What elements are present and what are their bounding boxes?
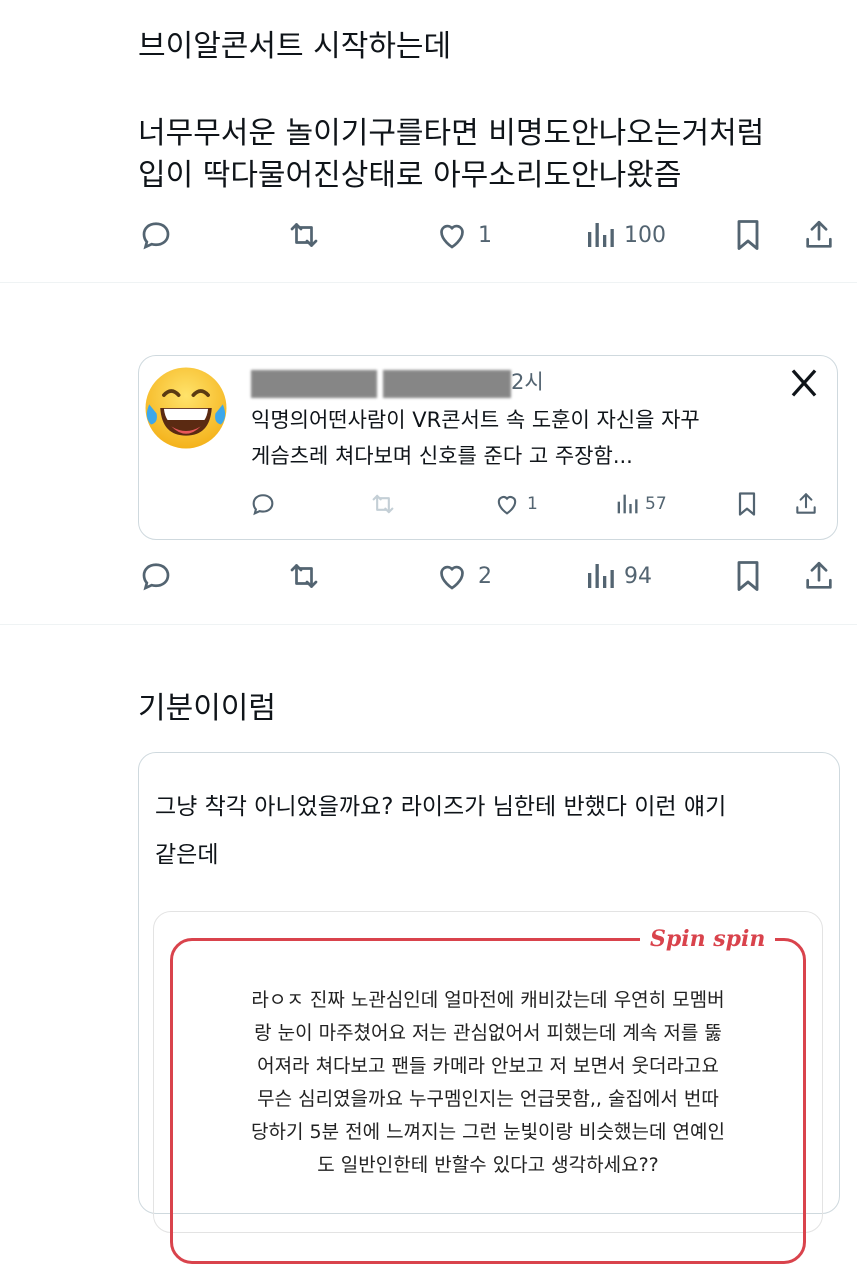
embedded-image: Spin spin 라ㅇㅈ 진짜 노관심인데 얼마전에 캐비갔는데 우연히 모멤… [153,911,823,1264]
like-count: 1 [478,222,492,248]
body-line: 무슨 심리였을까요 누구멤인지는 언급못함,, 술집에서 번따 [257,1088,719,1110]
card-line2: 같은데 [155,842,219,868]
spinspin-body: 라ㅇㅈ 진짜 노관심인데 얼마전에 캐비갔는데 우연히 모멤버 랑 눈이 마주쳤… [170,984,806,1182]
like-icon [434,217,470,253]
card-line1: 그냥 착각 아니었을까요? 라이즈가 님한테 반했다 이런 얘기 [155,794,727,820]
quote-line1: 익명의어떤사람이 VR콘서트 속 도훈이 자신을 자꾸 [251,408,700,432]
body-line: 라ㅇㅈ 진짜 노관심인데 얼마전에 캐비갔는데 우연히 모멤버 [251,989,725,1011]
tweet1-line1: 브이알콘서트 시작하는데 [138,29,452,64]
tweet1-line2: 너무무서운 놀이기구를타면 비명도안나오는거처럼 [138,116,765,151]
like-button[interactable]: 1 [493,490,538,518]
like-icon [434,558,470,594]
views-count: 94 [624,563,652,589]
laughing-emoji-icon [140,362,232,454]
retweet-icon[interactable] [286,217,322,253]
body-line: 도 일반인한테 반할수 있다고 생각하세요?? [317,1154,659,1176]
tweet1-line3: 입이 딱다물어진상태로 아무소리도안나왔즘 [138,158,682,193]
tweet-time: 2시 [511,370,544,394]
x-logo-icon [789,368,819,398]
views-icon [584,217,616,253]
body-line: 랑 눈이 마주쳤어요 저는 관심없어서 피했는데 계속 저를 뚫 [254,1022,722,1044]
tweet3-text: 기분이이럼 [138,691,276,726]
views-button[interactable]: 100 [584,217,666,253]
views-button[interactable]: 57 [615,490,667,518]
bookmark-icon[interactable] [732,558,764,594]
like-button[interactable]: 1 [434,217,492,253]
tweet1-action-bar: 1 100 [138,215,838,255]
divider [0,624,857,625]
share-icon[interactable] [802,558,836,594]
reply-icon[interactable] [138,217,174,253]
divider [0,282,857,283]
reply-icon[interactable] [138,558,174,594]
quoted-tweet-card[interactable]: 2시 익명의어떤사람이 VR콘서트 속 도훈이 자신을 자꾸 게슴츠레 쳐다보며… [138,355,838,540]
reply-icon[interactable] [249,490,277,518]
like-count: 1 [527,494,538,514]
views-count: 100 [624,222,666,248]
share-icon[interactable] [793,490,819,518]
spinspin-logo: Spin spin [640,926,776,952]
quote-line2: 게슴츠레 쳐다보며 신호를 준다 고 주장함... [251,444,633,468]
screenshot-card: 그냥 착각 아니었을까요? 라이즈가 님한테 반했다 이런 얘기 같은데 Spi… [138,752,840,1264]
views-count: 57 [645,494,667,514]
redacted-name [251,370,377,398]
bookmark-icon[interactable] [735,490,759,518]
body-line: 당하기 5분 전에 느껴지는 그런 눈빛이랑 비슷했는데 연예인 [251,1121,725,1143]
views-icon [615,490,639,518]
like-count: 2 [478,563,492,589]
tweet2-action-bar: 2 94 [138,556,838,596]
views-button[interactable]: 94 [584,558,652,594]
like-icon [493,490,521,518]
redacted-handle [383,370,511,398]
body-line: 어져라 쳐다보고 팬들 카메라 안보고 저 보면서 웃더라고요 [257,1055,719,1077]
views-icon [584,558,616,594]
retweet-icon[interactable] [286,558,322,594]
retweet-icon[interactable] [369,490,397,518]
bookmark-icon[interactable] [732,217,764,253]
like-button[interactable]: 2 [434,558,492,594]
share-icon[interactable] [802,217,836,253]
